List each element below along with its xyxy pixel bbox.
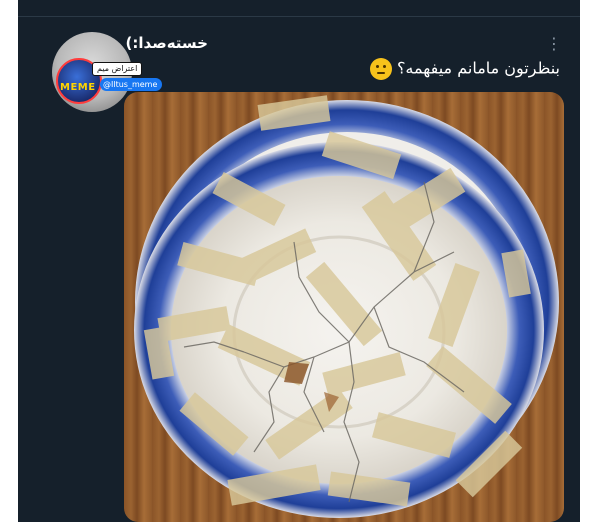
tweet-photo[interactable]: [124, 92, 564, 522]
more-options-icon[interactable]: ⋮: [546, 34, 562, 54]
plate-illustration: [134, 95, 559, 518]
author-name[interactable]: خسته‌صدا:): [126, 34, 208, 52]
watermark-handle: @Iltus_meme: [100, 78, 163, 91]
tweet-text-row: بنظرتون مامانم میفهمه؟: [366, 58, 560, 80]
tweet-text: بنظرتون مامانم میفهمه؟: [396, 58, 560, 78]
watermark-top-label: اعتراض میم: [92, 62, 143, 76]
watermark-brand: MEME: [60, 82, 96, 93]
tweet-card: اعتراض میم MEME @Iltus_meme خسته‌صدا:) ⋮…: [18, 0, 580, 522]
thinking-face-icon: [369, 58, 392, 80]
divider: [18, 16, 580, 17]
